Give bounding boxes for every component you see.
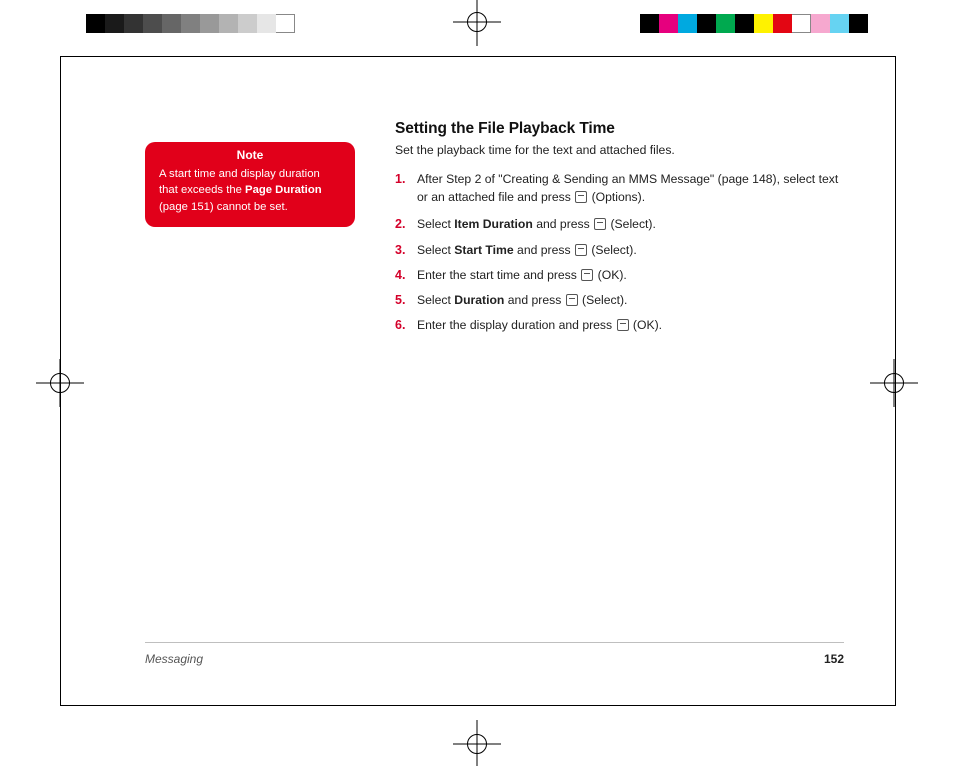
- step-text-bold: Duration: [454, 293, 504, 307]
- step-text-after: (Options).: [588, 190, 645, 204]
- softkey-icon: [566, 294, 578, 306]
- section-heading: Setting the File Playback Time: [395, 120, 850, 138]
- softkey-icon: [617, 319, 629, 331]
- step-text-after: (Select).: [579, 293, 628, 307]
- step-3: 3. Select Start Time and press (Select).: [395, 241, 850, 259]
- step-text-after: (OK).: [594, 268, 627, 282]
- softkey-icon: [575, 191, 587, 203]
- step-text-after: (Select).: [607, 217, 656, 231]
- step-4: 4. Enter the start time and press (OK).: [395, 266, 850, 284]
- note-text-post: (page 151) cannot be set.: [159, 201, 288, 213]
- footer-page-number: 152: [824, 652, 844, 666]
- registration-mark-icon: [453, 0, 501, 46]
- note-title: Note: [145, 142, 355, 166]
- registration-mark-icon: [453, 720, 501, 766]
- page-content: Note A start time and display duration t…: [145, 120, 845, 342]
- steps-list: 1. After Step 2 of "Creating & Sending a…: [395, 170, 850, 335]
- step-text-mid: and press: [533, 217, 593, 231]
- grayscale-calibration-strip: [86, 14, 295, 33]
- step-number: 6.: [395, 316, 405, 335]
- step-text-pre: Select: [417, 293, 454, 307]
- softkey-icon: [581, 269, 593, 281]
- step-2: 2. Select Item Duration and press (Selec…: [395, 215, 850, 233]
- color-calibration-strip: [640, 14, 868, 33]
- step-text-pre: Enter the display duration and press: [417, 318, 616, 332]
- step-5: 5. Select Duration and press (Select).: [395, 291, 850, 309]
- step-text-bold: Item Duration: [454, 217, 533, 231]
- softkey-icon: [594, 218, 606, 230]
- page-footer: Messaging 152: [145, 642, 844, 666]
- step-number: 5.: [395, 291, 405, 310]
- step-text-pre: Select: [417, 217, 454, 231]
- note-body: A start time and display duration that e…: [145, 166, 355, 215]
- step-text-pre: Enter the start time and press: [417, 268, 580, 282]
- step-number: 1.: [395, 170, 405, 189]
- step-text-mid: and press: [514, 243, 574, 257]
- step-text-pre: Select: [417, 243, 454, 257]
- step-text-bold: Start Time: [454, 243, 513, 257]
- main-column: Setting the File Playback Time Set the p…: [395, 120, 850, 335]
- section-subtitle: Set the playback time for the text and a…: [395, 142, 850, 160]
- step-number: 2.: [395, 215, 405, 234]
- footer-section-name: Messaging: [145, 652, 203, 666]
- step-text-after: (Select).: [588, 243, 637, 257]
- step-6: 6. Enter the display duration and press …: [395, 316, 850, 334]
- step-text-mid: and press: [504, 293, 564, 307]
- note-callout: Note A start time and display duration t…: [145, 142, 355, 227]
- step-1: 1. After Step 2 of "Creating & Sending a…: [395, 170, 850, 207]
- softkey-icon: [575, 244, 587, 256]
- step-number: 3.: [395, 241, 405, 260]
- note-text-bold: Page Duration: [245, 184, 322, 196]
- step-text-after: (OK).: [630, 318, 663, 332]
- step-number: 4.: [395, 266, 405, 285]
